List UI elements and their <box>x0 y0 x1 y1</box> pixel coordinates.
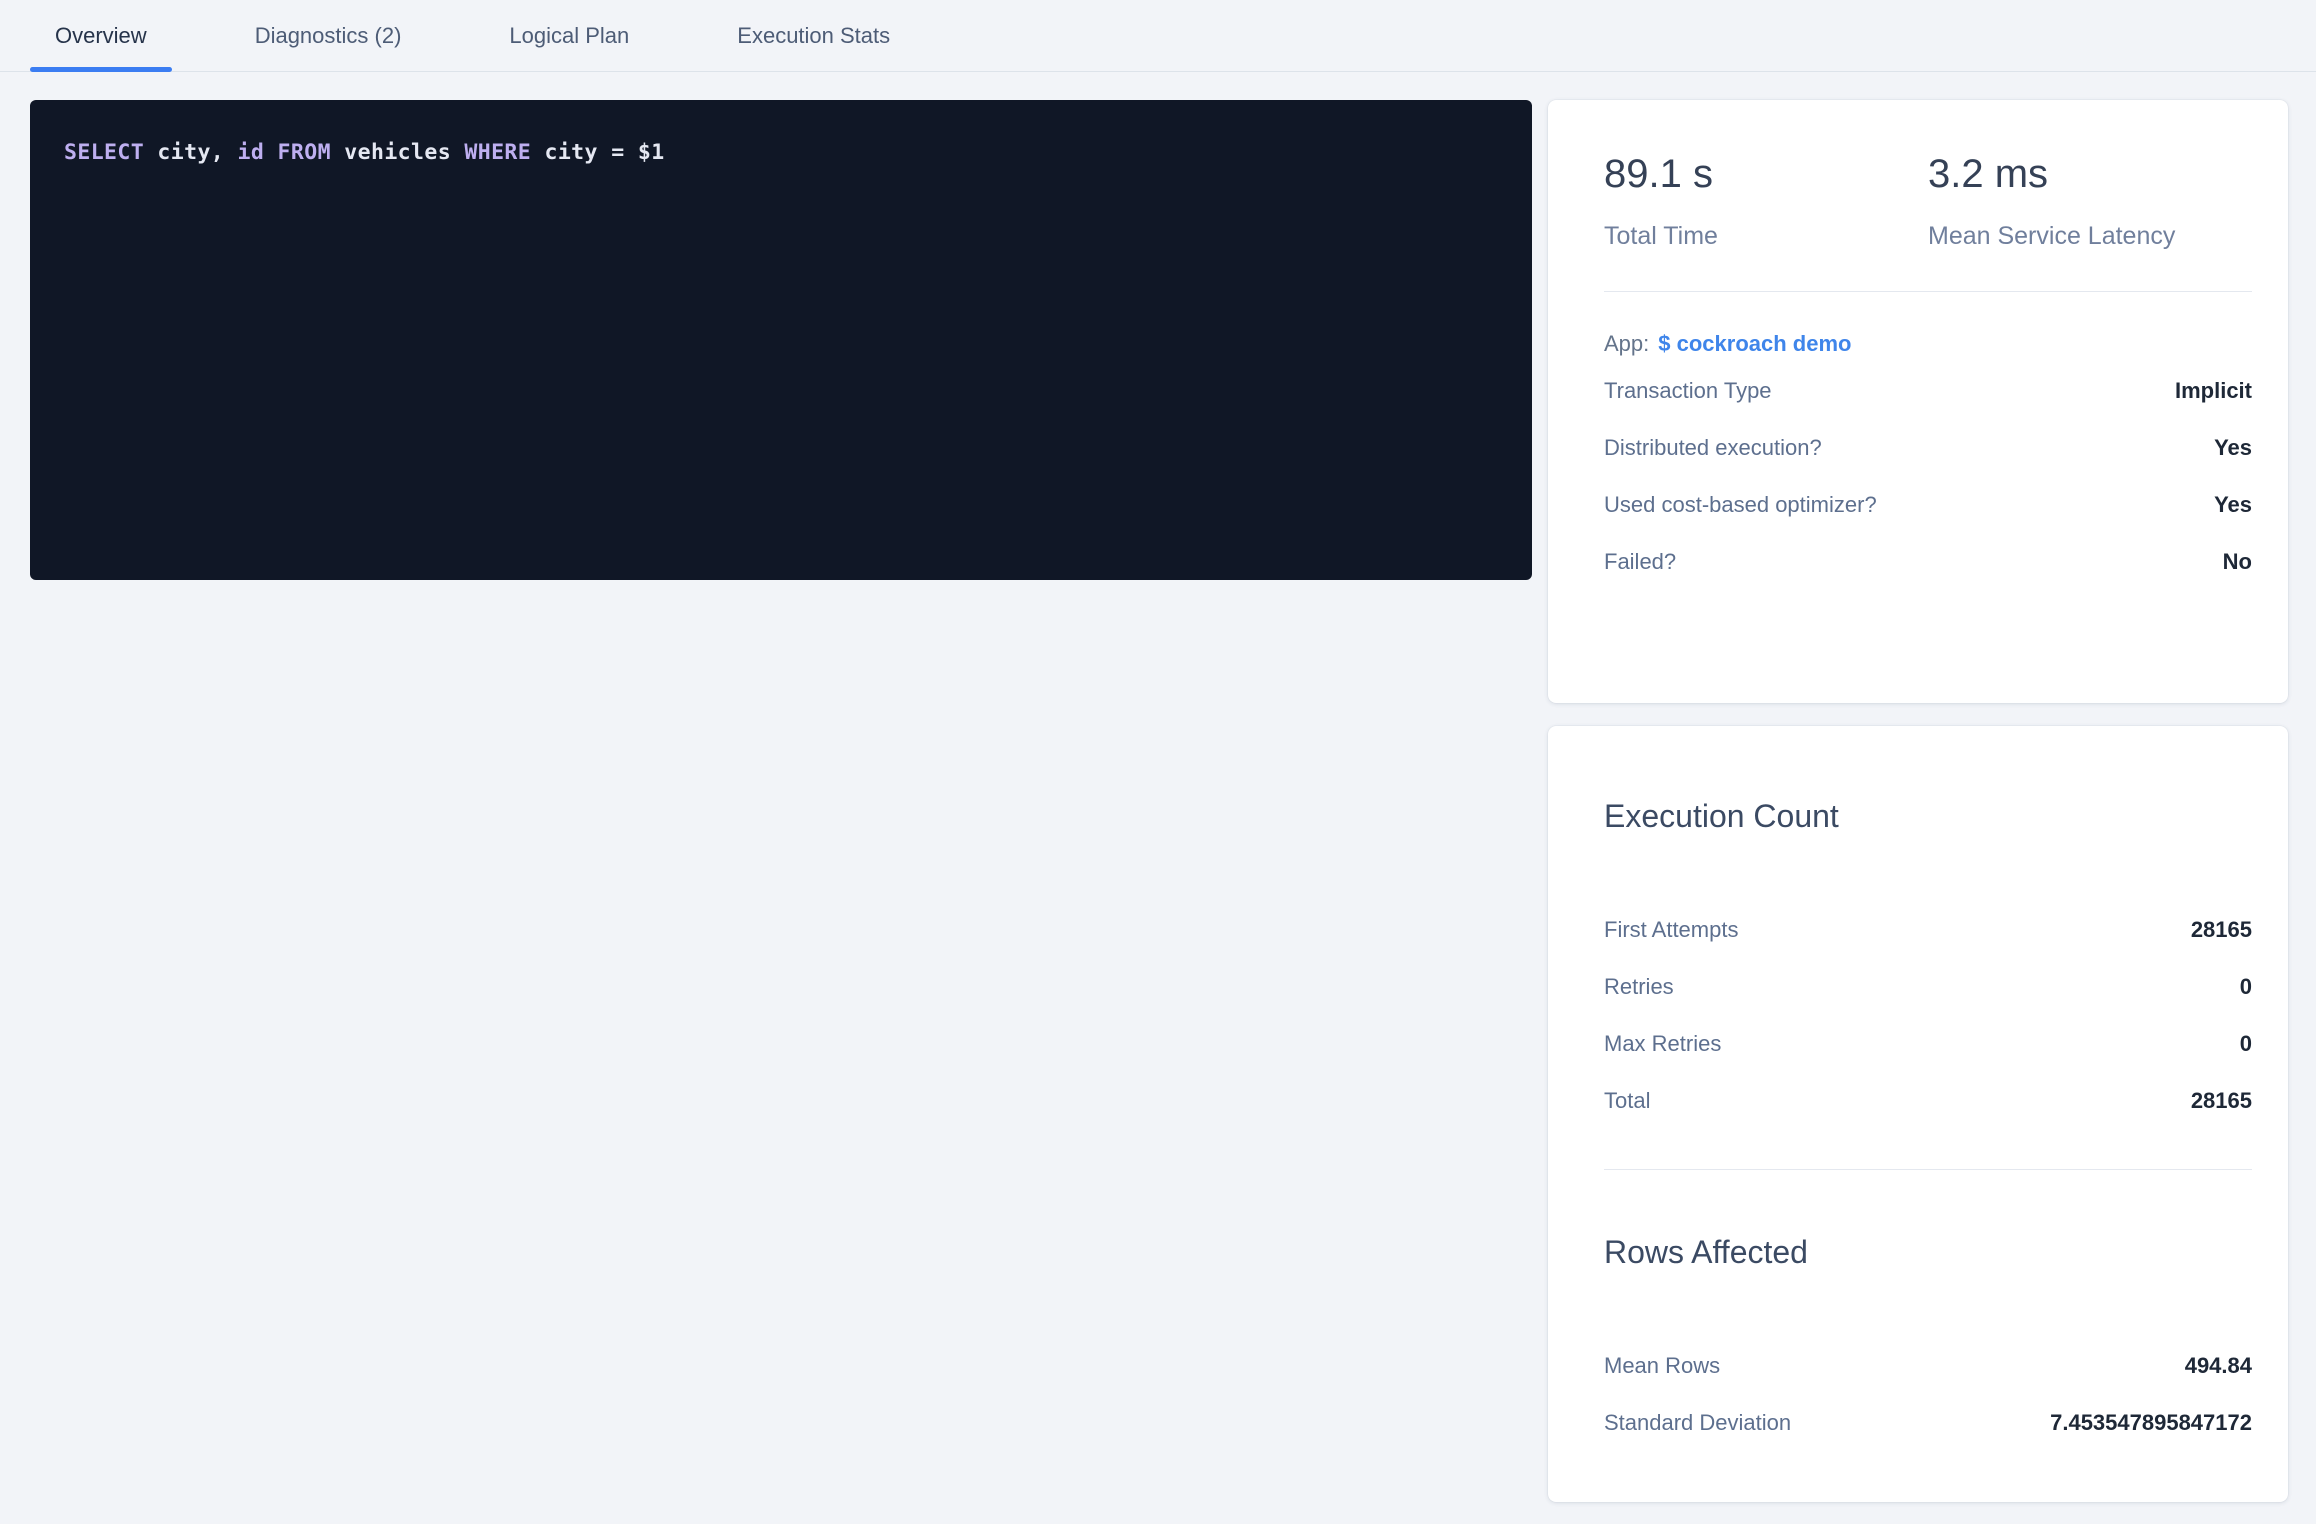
app-row: App: $ cockroach demo <box>1604 326 2252 362</box>
tab-overview[interactable]: Overview <box>30 0 172 71</box>
sql-statement-panel: SELECT city, id FROM vehicles WHERE city… <box>30 100 1532 580</box>
cost-based-optimizer-row: Used cost-based optimizer? Yes <box>1604 476 2252 533</box>
transaction-type-row: Transaction Type Implicit <box>1604 362 2252 419</box>
total-time-value: 89.1 s <box>1604 150 1928 198</box>
mean-service-latency-label: Mean Service Latency <box>1928 222 2252 251</box>
row-label: Distributed execution? <box>1604 435 1822 461</box>
row-value: 7.453547895847172 <box>2050 1410 2252 1436</box>
row-label: Failed? <box>1604 549 1676 575</box>
distributed-execution-row: Distributed execution? Yes <box>1604 419 2252 476</box>
statement-details-page: Overview Diagnostics (2) Logical Plan Ex… <box>0 0 2316 1502</box>
statement-tabs: Overview Diagnostics (2) Logical Plan Ex… <box>0 0 2316 72</box>
execution-count-title: Execution Count <box>1604 726 2252 835</box>
row-label: Retries <box>1604 974 1674 1000</box>
row-label: First Attempts <box>1604 917 1738 943</box>
app-label: App: <box>1604 331 1649 357</box>
row-value: 0 <box>2240 1031 2252 1057</box>
execution-count-section: Execution Count First Attempts 28165 Ret… <box>1604 726 2252 1129</box>
row-value: 0 <box>2240 974 2252 1000</box>
rows-affected-title: Rows Affected <box>1604 1170 2252 1271</box>
headline-stats: 89.1 s Total Time 3.2 ms Mean Service La… <box>1604 100 2252 251</box>
row-value: 28165 <box>2191 1088 2252 1114</box>
row-label: Used cost-based optimizer? <box>1604 492 1877 518</box>
app-link[interactable]: $ cockroach demo <box>1658 331 1851 357</box>
stats-column: 89.1 s Total Time 3.2 ms Mean Service La… <box>1548 100 2288 1502</box>
rows-affected-section: Rows Affected Mean Rows 494.84 Standard … <box>1604 1170 2252 1451</box>
standard-deviation-row: Standard Deviation 7.453547895847172 <box>1604 1394 2252 1451</box>
total-row: Total 28165 <box>1604 1072 2252 1129</box>
row-value: 494.84 <box>2185 1353 2252 1379</box>
total-time-stat: 89.1 s Total Time <box>1604 150 1928 251</box>
row-value: 28165 <box>2191 917 2252 943</box>
tab-diagnostics[interactable]: Diagnostics (2) <box>230 0 427 71</box>
mean-service-latency-stat: 3.2 ms Mean Service Latency <box>1928 150 2252 251</box>
sql-statement-text: SELECT city, id FROM vehicles WHERE city… <box>64 138 1498 168</box>
row-label: Mean Rows <box>1604 1353 1720 1379</box>
row-label: Max Retries <box>1604 1031 1721 1057</box>
summary-card: 89.1 s Total Time 3.2 ms Mean Service La… <box>1548 100 2288 703</box>
tab-execution-stats[interactable]: Execution Stats <box>712 0 915 71</box>
total-time-label: Total Time <box>1604 222 1928 251</box>
tab-logical-plan[interactable]: Logical Plan <box>484 0 654 71</box>
failed-row: Failed? No <box>1604 533 2252 590</box>
first-attempts-row: First Attempts 28165 <box>1604 901 2252 958</box>
details-card: Execution Count First Attempts 28165 Ret… <box>1548 726 2288 1502</box>
retries-row: Retries 0 <box>1604 958 2252 1015</box>
row-label: Total <box>1604 1088 1650 1114</box>
row-value: No <box>2223 549 2252 575</box>
overview-content: SELECT city, id FROM vehicles WHERE city… <box>0 72 2316 1502</box>
row-value: Yes <box>2214 435 2252 461</box>
max-retries-row: Max Retries 0 <box>1604 1015 2252 1072</box>
row-value: Implicit <box>2175 378 2252 404</box>
row-label: Standard Deviation <box>1604 1410 1791 1436</box>
row-label: Transaction Type <box>1604 378 1772 404</box>
summary-divider <box>1604 291 2252 292</box>
mean-rows-row: Mean Rows 494.84 <box>1604 1337 2252 1394</box>
mean-service-latency-value: 3.2 ms <box>1928 150 2252 198</box>
row-value: Yes <box>2214 492 2252 518</box>
